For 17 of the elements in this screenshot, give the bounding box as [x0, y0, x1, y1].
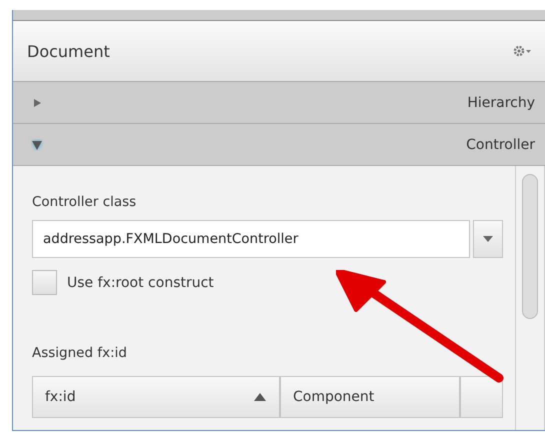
column-header: [460, 376, 503, 418]
collapsed-icon: [31, 96, 43, 108]
panel-title: Document: [27, 42, 110, 60]
accordion-header[interactable]: Hierarchy: [13, 82, 545, 124]
controller-class-field[interactable]: addressapp.FXMLDocumentController: [32, 220, 470, 258]
checkbox-label: Use fx:root construct: [67, 274, 214, 290]
caret-icon: [483, 236, 493, 242]
checkbox[interactable]: [32, 270, 57, 295]
section-label: Assigned fx:id: [32, 345, 127, 361]
expanded-icon: [31, 138, 43, 150]
settings-icon[interactable]: [513, 44, 533, 58]
sort-ascending-icon: [253, 392, 267, 402]
dropdown-button[interactable]: [473, 220, 503, 258]
field-label: Controller class: [32, 194, 136, 210]
column-header[interactable]: fx:id: [32, 376, 280, 418]
scrollbar-thumb[interactable]: [522, 174, 538, 319]
column-header[interactable]: Component: [280, 376, 460, 418]
